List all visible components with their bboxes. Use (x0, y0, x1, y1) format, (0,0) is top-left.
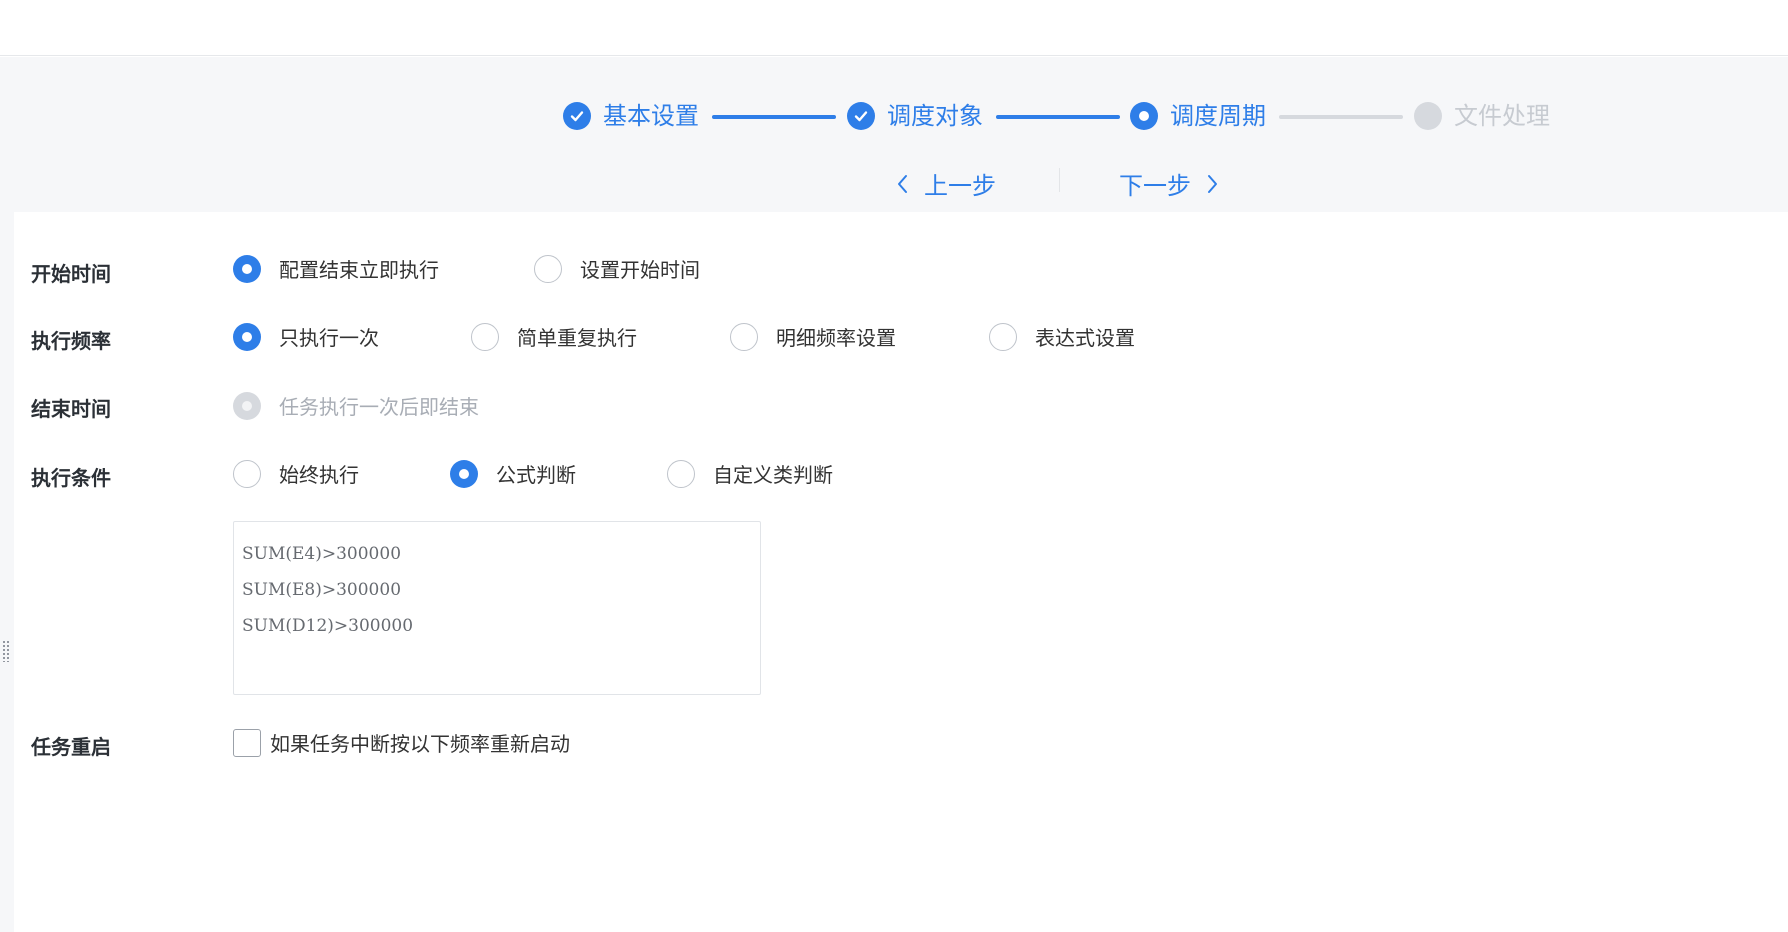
radio-label: 只执行一次 (279, 326, 379, 350)
radio-label: 自定义类判断 (713, 463, 833, 487)
check-circle-icon (563, 102, 591, 130)
prev-step-label: 上一步 (924, 172, 996, 200)
radio-label: 始终执行 (279, 463, 359, 487)
radio-detailed-frequency[interactable]: 明细频率设置 (730, 322, 896, 351)
check-circle-icon (847, 102, 875, 130)
step-scheduling-cycle[interactable]: 调度周期 (1130, 101, 1266, 131)
condition-label: 执行条件 (31, 466, 111, 490)
radio-checked-icon (233, 254, 261, 283)
formula-textarea[interactable]: SUM(E4)>300000 SUM(E8)>300000 SUM(D12)>3… (233, 521, 761, 695)
restart-label: 任务重启 (31, 735, 111, 759)
radio-unchecked-icon (730, 322, 758, 351)
formula-line: SUM(D12)>300000 (242, 616, 414, 636)
chevron-right-icon (1208, 174, 1217, 193)
radio-checked-icon (450, 459, 478, 488)
step-label: 调度周期 (1170, 102, 1266, 130)
formula-line: SUM(E4)>300000 (242, 544, 402, 564)
radio-label: 表达式设置 (1035, 326, 1135, 350)
chevron-left-icon (898, 174, 907, 193)
top-bar (0, 0, 1788, 56)
left-strip (0, 212, 14, 932)
checkbox-label: 如果任务中断按以下频率重新启动 (270, 732, 570, 756)
step-label: 调度对象 (887, 102, 983, 130)
radio-unchecked-icon (667, 459, 695, 488)
radio-label: 设置开始时间 (580, 258, 700, 282)
resize-handle-icon[interactable] (2, 640, 10, 662)
radio-unchecked-icon (233, 459, 261, 488)
end-time-label: 结束时间 (31, 397, 111, 421)
radio-expression[interactable]: 表达式设置 (989, 322, 1135, 351)
next-step-label: 下一步 (1119, 172, 1191, 200)
formula-line: SUM(E8)>300000 (242, 580, 402, 600)
steps-header (0, 57, 1788, 212)
step-label: 基本设置 (603, 102, 699, 130)
step-label: 文件处理 (1454, 102, 1550, 130)
checkbox-unchecked-icon (233, 728, 261, 757)
radio-label: 简单重复执行 (517, 326, 637, 350)
radio-label: 明细频率设置 (776, 326, 896, 350)
radio-always-run[interactable]: 始终执行 (233, 459, 359, 488)
step-basic-settings[interactable]: 基本设置 (563, 101, 699, 131)
radio-checked-icon (233, 322, 261, 351)
restart-checkbox[interactable]: 如果任务中断按以下频率重新启动 (233, 728, 570, 757)
step-file-processing[interactable]: 文件处理 (1414, 101, 1550, 131)
radio-end-after-once: 任务执行一次后即结束 (233, 391, 479, 420)
radio-start-immediately[interactable]: 配置结束立即执行 (233, 254, 439, 283)
step-connector (712, 115, 836, 119)
radio-unchecked-icon (989, 322, 1017, 351)
radio-disabled-icon (233, 391, 261, 420)
step-connector (996, 115, 1120, 119)
radio-label: 配置结束立即执行 (279, 258, 439, 282)
step-scheduling-object[interactable]: 调度对象 (847, 101, 983, 131)
step-connector (1279, 115, 1403, 119)
radio-unchecked-icon (471, 322, 499, 351)
radio-formula[interactable]: 公式判断 (450, 459, 576, 488)
radio-label: 公式判断 (496, 463, 576, 487)
radio-label: 任务执行一次后即结束 (279, 395, 479, 419)
start-time-label: 开始时间 (31, 262, 111, 286)
prev-step-button[interactable]: 上一步 (896, 166, 996, 201)
frequency-label: 执行频率 (31, 329, 111, 353)
dot-circle-icon (1130, 102, 1158, 130)
radio-run-once[interactable]: 只执行一次 (233, 322, 379, 351)
gray-dot-icon (1414, 102, 1442, 130)
next-step-button[interactable]: 下一步 (1119, 166, 1219, 201)
radio-set-start-time[interactable]: 设置开始时间 (534, 254, 700, 283)
radio-unchecked-icon (534, 254, 562, 283)
nav-divider (1059, 168, 1060, 192)
radio-simple-repeat[interactable]: 简单重复执行 (471, 322, 637, 351)
radio-custom-class[interactable]: 自定义类判断 (667, 459, 833, 488)
